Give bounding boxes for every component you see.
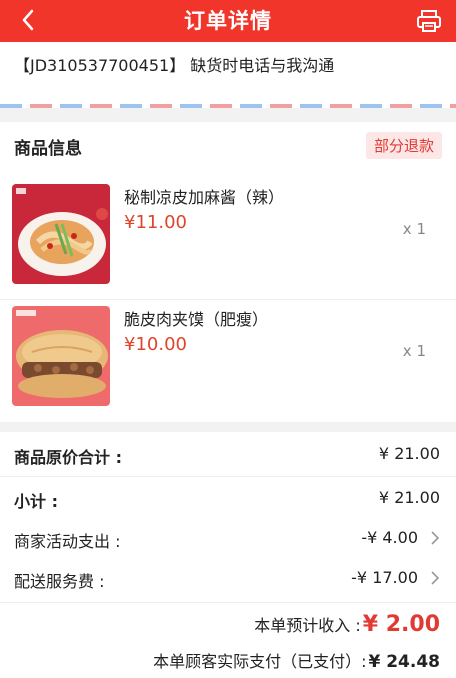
original-total-row: 商品原价合计 : ¥ 21.00 bbox=[0, 434, 456, 474]
chevron-right-icon bbox=[431, 531, 440, 545]
product-item[interactable]: 秘制凉皮加麻酱（辣） ¥11.00 x 1 bbox=[0, 176, 456, 300]
product-price: ¥11.00 bbox=[124, 212, 187, 233]
original-total-label: 商品原价合计 : bbox=[14, 448, 122, 467]
product-name: 秘制凉皮加麻酱（辣） bbox=[124, 188, 285, 207]
customer-paid-value: ¥ 24.48 bbox=[368, 652, 440, 672]
product-quantity: x 1 bbox=[402, 220, 426, 238]
divider bbox=[0, 602, 456, 603]
order-note: 【JD310537700451】 缺货时电话与我沟通 bbox=[0, 42, 456, 108]
promo-expense-row[interactable]: 商家活动支出 : -¥ 4.00 bbox=[0, 518, 456, 558]
chevron-right-icon bbox=[431, 571, 440, 585]
subtotal-label: 小计 : bbox=[14, 492, 58, 511]
delivery-fee-value: -¥ 17.00 bbox=[351, 568, 418, 587]
product-name: 脆皮肉夹馍（肥瘦） bbox=[124, 310, 269, 329]
product-item[interactable]: 脆皮肉夹馍（肥瘦） ¥10.00 x 1 bbox=[0, 298, 456, 422]
product-image-liangpi bbox=[12, 184, 110, 284]
original-total-value: ¥ 21.00 bbox=[378, 444, 440, 463]
estimated-income: 本单预计收入 : ¥ 2.00 bbox=[254, 612, 440, 637]
subtotal-row: 小计 : ¥ 21.00 bbox=[0, 478, 456, 518]
order-note-text: 【JD310537700451】 缺货时电话与我沟通 bbox=[14, 56, 335, 75]
price-summary-section: 商品原价合计 : ¥ 21.00 小计 : ¥ 21.00 商家活动支出 : -… bbox=[0, 432, 456, 678]
subtotal-value: ¥ 21.00 bbox=[378, 488, 440, 507]
customer-paid-label: 本单顾客实际支付（已支付）: bbox=[153, 652, 367, 671]
product-image-roujiamo bbox=[12, 306, 110, 406]
product-quantity: x 1 bbox=[402, 342, 426, 360]
promo-expense-value: -¥ 4.00 bbox=[361, 528, 418, 547]
printer-icon bbox=[417, 10, 441, 32]
estimated-income-label: 本单预计收入 : bbox=[254, 616, 361, 635]
product-info-section: 商品信息 部分退款 秘制凉皮加麻酱（辣） ¥11.00 x 1 脆皮肉夹馍（肥瘦… bbox=[0, 122, 456, 422]
print-button[interactable] bbox=[414, 6, 444, 36]
page-title: 订单详情 bbox=[184, 9, 272, 33]
estimated-income-value: ¥ 2.00 bbox=[362, 612, 440, 637]
divider bbox=[0, 476, 456, 477]
section-title: 商品信息 bbox=[14, 139, 82, 159]
delivery-fee-label: 配送服务费 : bbox=[14, 572, 105, 591]
airmail-stripe-divider bbox=[0, 104, 456, 108]
customer-paid: 本单顾客实际支付（已支付）: ¥ 24.48 bbox=[153, 648, 440, 672]
promo-expense-label: 商家活动支出 : bbox=[14, 532, 121, 551]
product-price: ¥10.00 bbox=[124, 334, 187, 355]
refund-status-badge: 部分退款 bbox=[365, 132, 442, 159]
top-header: 订单详情 bbox=[0, 0, 456, 42]
delivery-fee-row[interactable]: 配送服务费 : -¥ 17.00 bbox=[0, 558, 456, 598]
